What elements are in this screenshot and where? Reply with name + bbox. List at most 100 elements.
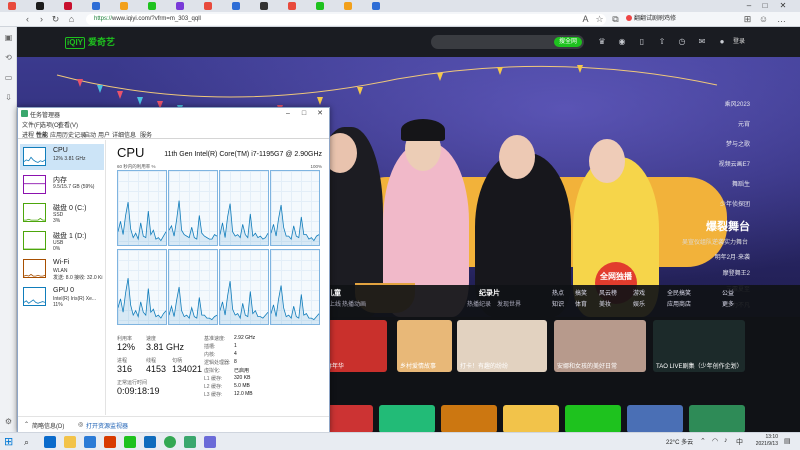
volume-icon[interactable]: ♪	[724, 437, 728, 444]
top-link[interactable]: 更多	[722, 299, 734, 308]
forward-icon[interactable]: ›	[36, 14, 47, 25]
tm-minimize-button[interactable]: –	[280, 108, 296, 119]
message-icon[interactable]: ✉	[697, 37, 707, 47]
video-thumbnail[interactable]: 打卡！有趣的纷纷	[457, 320, 547, 372]
search-button[interactable]: 搜全网	[553, 37, 582, 47]
office-taskbar-icon[interactable]	[104, 436, 116, 448]
tm-tab[interactable]: 详细信息	[112, 130, 136, 139]
video-thumbnail[interactable]: TAO LIVE剧集（少年创作企划）	[653, 320, 745, 372]
taskmgr-taskbar-icon[interactable]	[184, 436, 196, 448]
video-thumbnail-small[interactable]	[503, 405, 559, 432]
notifications-icon[interactable]: ▤	[784, 437, 791, 445]
minimize-window-button[interactable]: –	[742, 0, 756, 12]
top-link[interactable]: 风云榜	[599, 288, 617, 297]
resource-item-4[interactable]: Wi-Fi WLAN 发送: 8.0 接收: 32.0 Ki	[20, 256, 104, 282]
top-link[interactable]: 知识	[552, 299, 564, 308]
settings-gear-icon[interactable]: ⚙	[4, 417, 13, 426]
top-link[interactable]: 搞笑	[575, 288, 587, 297]
browser-tab-favicon[interactable]	[288, 2, 296, 10]
top-link[interactable]: 体育	[575, 299, 587, 308]
video-thumbnail-small[interactable]	[627, 405, 683, 432]
store-taskbar-icon[interactable]	[84, 436, 96, 448]
video-thumbnail[interactable]: 安娜和女孩的美好日常	[554, 320, 646, 372]
resource-item-1[interactable]: 内存 9.5/15.7 GB (59%)	[20, 172, 104, 198]
url-input[interactable]: https://www.iqiyi.com/?vfrm=m_303_qqll	[86, 14, 606, 25]
clock[interactable]: 13:10 2021/9/13	[754, 434, 778, 448]
back-icon[interactable]: ‹	[22, 14, 33, 25]
mobile-icon[interactable]: ▯	[637, 37, 647, 47]
sub-world[interactable]: 发现世界	[497, 299, 521, 308]
tm-tab[interactable]: 应用历史记录	[50, 130, 86, 139]
browser-tab-favicon[interactable]	[36, 2, 44, 10]
top-link[interactable]: 应用商店	[667, 299, 691, 308]
resource-item-3[interactable]: 磁盘 1 (D:) USB 0%	[20, 228, 104, 254]
hero-side-item[interactable]: 摩登舞王2	[723, 268, 750, 277]
browser-tab-favicon[interactable]	[344, 2, 352, 10]
resource-item-0[interactable]: CPU 12% 3.81 GHz	[20, 144, 104, 170]
app2-taskbar-icon[interactable]	[204, 436, 216, 448]
browser-tab-favicon[interactable]	[260, 2, 268, 10]
read-aloud-icon[interactable]: A	[580, 14, 591, 25]
close-window-button[interactable]: ✕	[776, 0, 790, 12]
search-input[interactable]: 搜全网	[431, 35, 584, 49]
hero-side-item[interactable]: 少年侦探团	[720, 199, 750, 208]
top-link[interactable]: 全民搞笑	[667, 288, 691, 297]
browser-tab-favicon[interactable]	[232, 2, 240, 10]
ime-icon[interactable]: 中	[736, 437, 743, 447]
collapse-icon[interactable]: ⌃	[24, 421, 29, 428]
search-icon[interactable]: ⌕	[24, 436, 36, 448]
bookmark-icon[interactable]: ▭	[4, 73, 13, 82]
browser-tab-favicon[interactable]	[120, 2, 128, 10]
resource-item-5[interactable]: GPU 0 Intel(R) Iris(R) Xe... 11%	[20, 284, 104, 310]
top-link[interactable]: 热点	[552, 288, 564, 297]
maximize-window-button[interactable]: □	[758, 0, 772, 12]
top-link[interactable]: 游戏	[633, 288, 645, 297]
open-resource-monitor-link[interactable]: 打开资源监视器	[86, 421, 128, 430]
download-icon[interactable]: ⇩	[4, 93, 13, 102]
explorer-taskbar-icon[interactable]	[64, 436, 76, 448]
avatar[interactable]: ●	[717, 37, 727, 47]
refresh-icon[interactable]: ↻	[50, 14, 61, 25]
tm-close-button[interactable]: ✕	[312, 108, 328, 119]
hero-side-item[interactable]: 元宵	[738, 119, 750, 128]
browser-tab-favicon[interactable]	[372, 2, 380, 10]
resource-item-2[interactable]: 磁盘 0 (C:) SSD 3%	[20, 200, 104, 226]
tm-tab[interactable]: 性能	[36, 130, 48, 139]
video-thumbnail-small[interactable]	[441, 405, 497, 432]
browser-tab-favicon[interactable]	[64, 2, 72, 10]
browser-tab-favicon[interactable]	[148, 2, 156, 10]
sub-anime[interactable]: 热播动画	[342, 299, 366, 308]
login-link[interactable]: 登录	[733, 37, 745, 47]
iqiyi-logo[interactable]: iQIY 爱奇艺	[65, 35, 115, 49]
history-icon[interactable]: ⟲	[4, 53, 13, 62]
start-windows-icon[interactable]: ⊞	[4, 436, 16, 448]
wechat-taskbar-icon[interactable]	[124, 436, 136, 448]
hero-side-item[interactable]: 明年2月·来袭	[715, 252, 750, 261]
app-taskbar-icon[interactable]	[144, 436, 156, 448]
browser-tab-favicon[interactable]	[92, 2, 100, 10]
network-icon[interactable]: ◠	[712, 437, 718, 445]
profile-icon[interactable]: ☺	[758, 14, 769, 25]
weather-widget[interactable]: 22°C 多云	[666, 437, 693, 446]
hero-side-item[interactable]: 乘风2023	[725, 99, 750, 108]
browser-tab-favicon[interactable]	[316, 2, 324, 10]
video-thumbnail-small[interactable]	[565, 405, 621, 432]
vip-crown-icon[interactable]: ♛	[597, 37, 607, 47]
tm-tab[interactable]: 进程	[22, 130, 34, 139]
edge-taskbar-icon[interactable]	[44, 436, 56, 448]
home-icon[interactable]: ⌂	[66, 14, 77, 25]
tabs-icon[interactable]: ▣	[4, 33, 13, 42]
more-menu-icon[interactable]: …	[776, 14, 787, 25]
browser-tab-favicon[interactable]	[204, 2, 212, 10]
nav-documentary[interactable]: 纪录片	[479, 288, 500, 298]
tm-tab[interactable]: 启动	[84, 130, 96, 139]
tray-chevron-icon[interactable]: ⌃	[700, 437, 706, 445]
extensions-icon[interactable]: ⊞	[742, 14, 753, 25]
video-thumbnail-small[interactable]	[689, 405, 745, 432]
top-link[interactable]: 美妆	[599, 299, 611, 308]
video-thumbnail[interactable]: 乡村爱情故事	[397, 320, 452, 372]
fewer-details-link[interactable]: 简略信息(D)	[32, 421, 64, 430]
hero-side-item[interactable]: 梦与之歌	[726, 139, 750, 148]
reading-list[interactable]: 翻翻试剧刷鸡修	[626, 14, 696, 25]
tm-tab[interactable]: 服务	[140, 130, 152, 139]
